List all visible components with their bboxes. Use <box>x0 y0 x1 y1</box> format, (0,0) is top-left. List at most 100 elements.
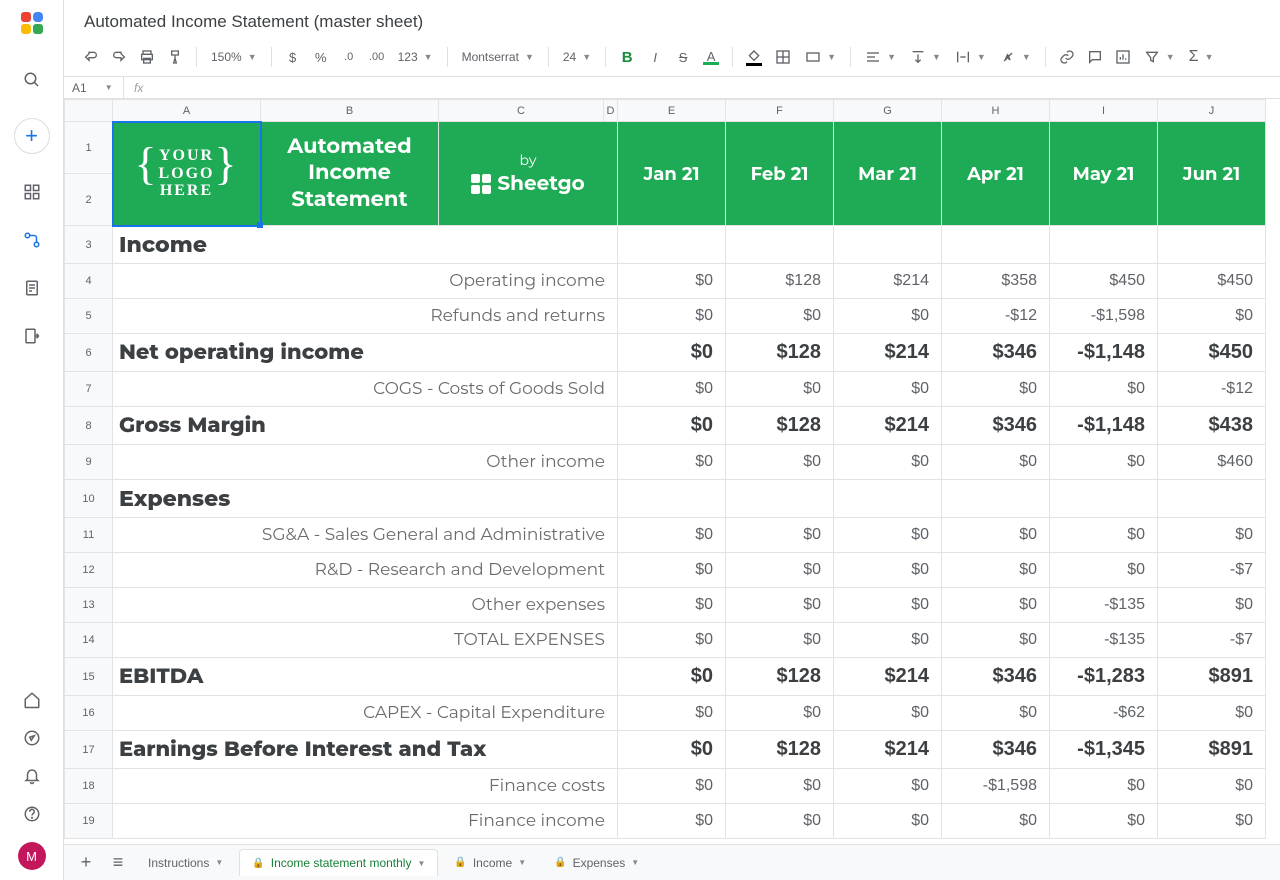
sheet-tab[interactable]: 🔒Income▼ <box>442 849 538 876</box>
total-label[interactable]: Earnings Before Interest and Tax <box>113 731 618 769</box>
cell-value[interactable]: $0 <box>1050 553 1158 588</box>
cell-value[interactable]: $128 <box>726 658 834 696</box>
cell-value[interactable]: $0 <box>1158 696 1266 731</box>
cell[interactable] <box>942 226 1050 264</box>
cell-value[interactable]: $346 <box>942 407 1050 445</box>
section-label[interactable]: Expenses <box>113 480 618 518</box>
row-label[interactable]: Other expenses <box>113 588 618 623</box>
cell-value[interactable]: $891 <box>1158 731 1266 769</box>
comment-button[interactable] <box>1082 44 1108 70</box>
name-box[interactable]: A1▼ <box>64 77 124 98</box>
borders-button[interactable] <box>769 44 797 70</box>
cell-value[interactable]: $0 <box>942 804 1050 839</box>
col-header[interactable]: E <box>618 100 726 122</box>
row-header[interactable]: 6 <box>65 334 113 372</box>
cell-value[interactable]: $0 <box>618 731 726 769</box>
cell-value[interactable]: $0 <box>1050 769 1158 804</box>
filter-button[interactable]: ▼ <box>1138 44 1181 70</box>
cell-value[interactable]: -$1,598 <box>1050 299 1158 334</box>
cell-value[interactable]: $891 <box>1158 658 1266 696</box>
export-icon[interactable] <box>22 326 42 346</box>
month-header[interactable]: May 21 <box>1050 122 1158 226</box>
cell-value[interactable]: $0 <box>618 658 726 696</box>
cell-value[interactable]: $0 <box>942 696 1050 731</box>
undo-button[interactable] <box>78 44 104 70</box>
cell-value[interactable]: $0 <box>834 588 942 623</box>
cell-value[interactable]: $0 <box>726 588 834 623</box>
row-header[interactable]: 5 <box>65 299 113 334</box>
cell-value[interactable]: $0 <box>834 623 942 658</box>
cell-value[interactable]: $0 <box>618 299 726 334</box>
col-header[interactable]: J <box>1158 100 1266 122</box>
row-header[interactable]: 3 <box>65 226 113 264</box>
link-button[interactable] <box>1054 44 1080 70</box>
row-label[interactable]: Finance income <box>113 804 618 839</box>
add-sheet-button[interactable]: + <box>72 852 100 873</box>
row-header[interactable]: 4 <box>65 264 113 299</box>
cell-value[interactable]: $0 <box>618 407 726 445</box>
col-header[interactable]: A <box>113 100 261 122</box>
cell-value[interactable]: $0 <box>834 372 942 407</box>
cell-value[interactable]: $0 <box>618 588 726 623</box>
row-header[interactable]: 14 <box>65 623 113 658</box>
cell[interactable] <box>618 480 726 518</box>
fontsize-dropdown[interactable]: 24▼ <box>557 44 597 70</box>
cell-value[interactable]: $0 <box>726 696 834 731</box>
cell-value[interactable]: $0 <box>942 518 1050 553</box>
cell[interactable] <box>726 226 834 264</box>
wrap-button[interactable]: ▼ <box>949 44 992 70</box>
merge-button[interactable]: ▼ <box>799 44 842 70</box>
cell-value[interactable]: $0 <box>726 769 834 804</box>
help-icon[interactable] <box>22 804 42 824</box>
cell-value[interactable]: -$135 <box>1050 588 1158 623</box>
row-header[interactable]: 11 <box>65 518 113 553</box>
row-label[interactable]: Operating income <box>113 264 618 299</box>
paint-format-button[interactable] <box>162 44 188 70</box>
cell-value[interactable]: -$1,598 <box>942 769 1050 804</box>
cell-value[interactable]: $0 <box>1158 299 1266 334</box>
cell-value[interactable]: $0 <box>726 445 834 480</box>
cell-value[interactable]: $0 <box>942 623 1050 658</box>
cell-value[interactable]: $450 <box>1158 334 1266 372</box>
row-header[interactable]: 1 <box>65 122 113 174</box>
row-header[interactable]: 10 <box>65 480 113 518</box>
sheet-tab[interactable]: 🔒Income statement monthly▼ <box>239 849 438 876</box>
cell[interactable] <box>1050 480 1158 518</box>
cell-value[interactable]: $0 <box>618 623 726 658</box>
cell-value[interactable]: $346 <box>942 731 1050 769</box>
cell-value[interactable]: $0 <box>618 696 726 731</box>
cell-value[interactable]: $0 <box>618 334 726 372</box>
cell-value[interactable]: -$12 <box>942 299 1050 334</box>
total-label[interactable]: Gross Margin <box>113 407 618 445</box>
row-header[interactable]: 18 <box>65 769 113 804</box>
title-cell[interactable]: AutomatedIncomeStatement <box>261 122 439 226</box>
increase-decimal-button[interactable]: .00 <box>364 44 390 70</box>
row-header[interactable]: 17 <box>65 731 113 769</box>
row-label[interactable]: COGS - Costs of Goods Sold <box>113 372 618 407</box>
all-sheets-button[interactable]: ≡ <box>104 852 132 873</box>
rotate-button[interactable]: A▼ <box>994 44 1037 70</box>
cell-value[interactable]: $0 <box>618 445 726 480</box>
bold-button[interactable]: B <box>614 44 640 70</box>
cell-value[interactable]: $0 <box>834 299 942 334</box>
sheet-tab[interactable]: Instructions▼ <box>136 849 235 876</box>
cell-value[interactable]: -$135 <box>1050 623 1158 658</box>
cell-value[interactable]: $346 <box>942 658 1050 696</box>
col-header[interactable]: F <box>726 100 834 122</box>
col-header[interactable]: G <box>834 100 942 122</box>
month-header[interactable]: Apr 21 <box>942 122 1050 226</box>
cell-value[interactable]: $0 <box>942 553 1050 588</box>
zoom-dropdown[interactable]: 150%▼ <box>205 44 263 70</box>
row-header[interactable]: 12 <box>65 553 113 588</box>
row-header[interactable]: 16 <box>65 696 113 731</box>
month-header[interactable]: Mar 21 <box>834 122 942 226</box>
cell-value[interactable]: $0 <box>942 372 1050 407</box>
cell-value[interactable]: $0 <box>726 299 834 334</box>
cell-value[interactable]: -$1,345 <box>1050 731 1158 769</box>
cell-value[interactable]: $0 <box>1158 804 1266 839</box>
print-button[interactable] <box>134 44 160 70</box>
grid-icon[interactable] <box>22 182 42 202</box>
document-icon[interactable] <box>22 278 42 298</box>
cell-value[interactable]: -$12 <box>1158 372 1266 407</box>
italic-button[interactable]: I <box>642 44 668 70</box>
